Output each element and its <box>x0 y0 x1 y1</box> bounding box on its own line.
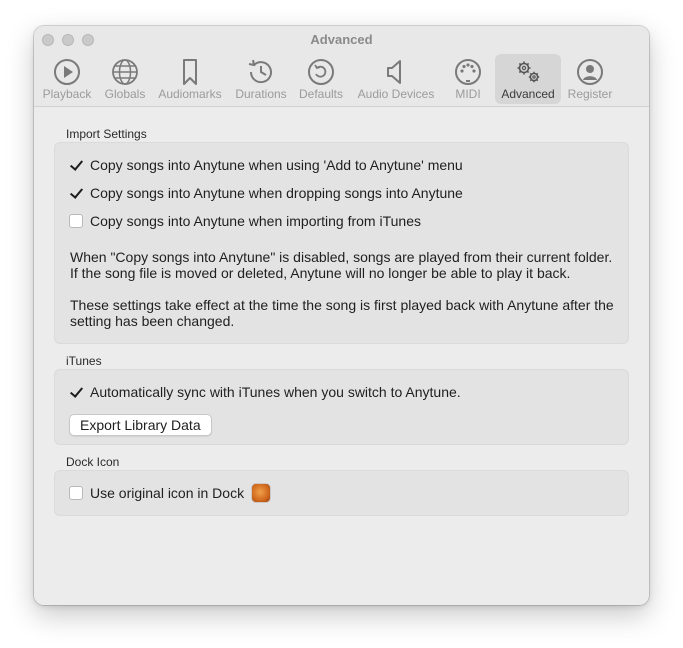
note-line: When "Copy songs into Anytune" is disabl… <box>70 249 613 265</box>
copy-itunes-import-option[interactable]: Copy songs into Anytune when importing f… <box>69 211 421 231</box>
copy-itunes-import-checkbox[interactable] <box>69 214 83 228</box>
tab-advanced[interactable]: Advanced <box>495 54 561 104</box>
itunes-heading: iTunes <box>66 354 102 368</box>
person-icon <box>574 56 606 88</box>
dock-icon-group: Use original icon in Dock <box>54 470 629 516</box>
tab-label: Audio Devices <box>357 87 435 101</box>
note-line: setting has been changed. <box>70 313 235 329</box>
auto-sync-checkbox[interactable] <box>69 385 83 399</box>
settings-timing-note: These settings take effect at the time t… <box>70 297 620 329</box>
tab-audiomarks[interactable]: Audiomarks <box>156 54 224 104</box>
preferences-content: Import Settings Copy songs into Anytune … <box>34 108 649 605</box>
copy-add-menu-option[interactable]: Copy songs into Anytune when using 'Add … <box>69 155 463 175</box>
preferences-window: Advanced Playback Globals Audiomarks Dur… <box>34 26 649 605</box>
checkbox-label: Copy songs into Anytune when using 'Add … <box>90 157 463 173</box>
dock-icon-heading: Dock Icon <box>66 455 120 469</box>
auto-sync-option[interactable]: Automatically sync with iTunes when you … <box>69 382 461 402</box>
tab-durations[interactable]: Durations <box>232 54 290 104</box>
gears-icon <box>512 56 544 88</box>
tab-defaults[interactable]: Defaults <box>296 54 346 104</box>
checkbox-label: Use original icon in Dock <box>90 485 245 501</box>
tab-label: Defaults <box>298 87 344 101</box>
bookmark-icon <box>174 56 206 88</box>
tab-label: Advanced <box>501 87 555 101</box>
export-library-button[interactable]: Export Library Data <box>69 414 212 436</box>
itunes-group: Automatically sync with iTunes when you … <box>54 369 629 445</box>
copy-drop-checkbox[interactable] <box>69 186 83 200</box>
tab-label: Register <box>567 87 613 101</box>
copy-drop-option[interactable]: Copy songs into Anytune when dropping so… <box>69 183 463 203</box>
anytune-app-icon <box>251 483 271 503</box>
window-title: Advanced <box>310 32 373 47</box>
tab-playback[interactable]: Playback <box>38 54 96 104</box>
tab-label: Durations <box>235 87 287 101</box>
copy-disabled-note: When "Copy songs into Anytune" is disabl… <box>70 249 620 281</box>
preferences-toolbar: Playback Globals Audiomarks Durations De… <box>34 52 649 106</box>
original-dock-icon-checkbox[interactable] <box>69 486 83 500</box>
tab-register[interactable]: Register <box>564 54 616 104</box>
tab-label: Audiomarks <box>158 87 222 101</box>
globe-icon <box>109 56 141 88</box>
tab-globals[interactable]: Globals <box>100 54 150 104</box>
play-icon <box>51 56 83 88</box>
import-settings-group: Copy songs into Anytune when using 'Add … <box>54 142 629 344</box>
history-icon <box>245 56 277 88</box>
tab-midi[interactable]: MIDI <box>446 54 490 104</box>
checkbox-label: Copy songs into Anytune when dropping so… <box>90 185 463 201</box>
tab-label: Globals <box>104 87 146 101</box>
tab-label: MIDI <box>455 87 481 101</box>
checkbox-label: Copy songs into Anytune when importing f… <box>90 213 421 229</box>
title-bar: Advanced Playback Globals Audiomarks Dur… <box>34 26 649 107</box>
restore-icon <box>305 56 337 88</box>
note-line: If the song file is moved or deleted, An… <box>70 265 571 281</box>
midi-icon <box>452 56 484 88</box>
checkbox-label: Automatically sync with iTunes when you … <box>90 384 461 400</box>
tab-audio-devices[interactable]: Audio Devices <box>354 54 438 104</box>
note-line: These settings take effect at the time t… <box>70 297 614 313</box>
speaker-icon <box>380 56 412 88</box>
import-settings-heading: Import Settings <box>66 127 147 141</box>
copy-add-menu-checkbox[interactable] <box>69 158 83 172</box>
original-dock-icon-option[interactable]: Use original icon in Dock <box>69 483 244 503</box>
tab-label: Playback <box>42 87 92 101</box>
